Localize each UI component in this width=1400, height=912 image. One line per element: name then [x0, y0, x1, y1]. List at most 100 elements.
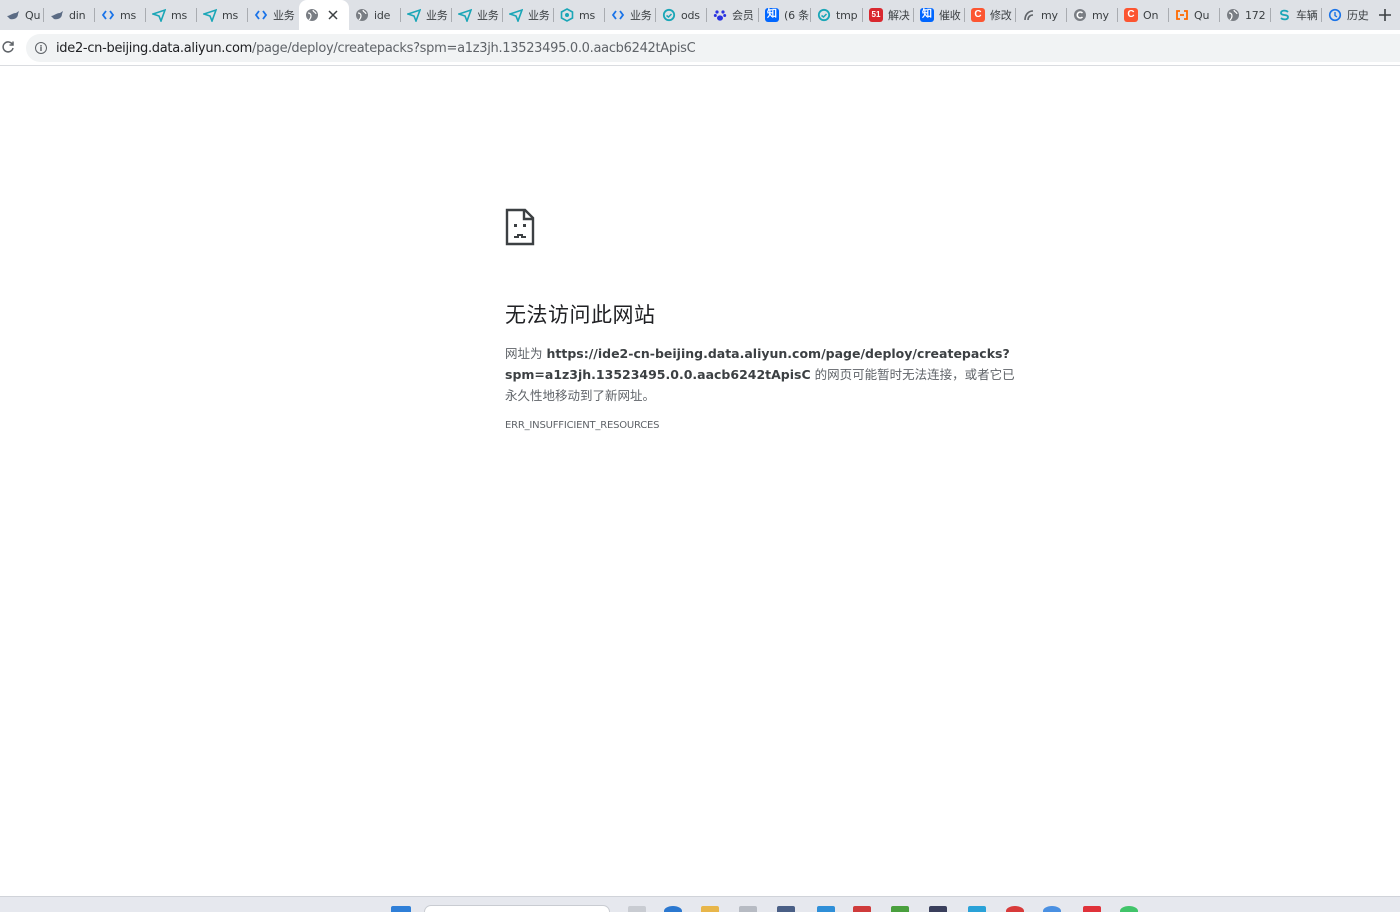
browser-tab[interactable]: 知催收: [914, 0, 965, 30]
tab-title: din: [69, 8, 86, 22]
os-taskbar: [0, 896, 1400, 912]
tab-title: ms: [120, 8, 137, 22]
hexagon-icon: [560, 8, 574, 22]
taskbar-app-icon[interactable]: [891, 906, 909, 912]
browser-tab[interactable]: 业务: [605, 0, 656, 30]
send-icon: [407, 8, 421, 22]
browser-tab[interactable]: Qu: [1169, 0, 1220, 30]
tab-title: my: [1041, 8, 1058, 22]
taskbar-app-icon[interactable]: [1120, 906, 1138, 912]
tab-strip: Qu din ms ms ms 业务 ide 业务 业务 业务 ms 业务 ods 会员知 (6 条 tmp 5…: [0, 0, 1400, 30]
globe-icon: [305, 8, 319, 22]
zhihu-icon: 知: [765, 8, 779, 22]
start-button-icon[interactable]: [391, 906, 411, 912]
taskbar-app-icon[interactable]: [1043, 906, 1061, 912]
browser-tab[interactable]: 会员: [707, 0, 759, 30]
taskbar-app-icon[interactable]: [1006, 906, 1024, 912]
taskbar-app-icon[interactable]: [628, 906, 646, 912]
error-desc-url-2: spm=a1z3jh.13523495.0.0.aacb6242tApisC: [505, 367, 811, 382]
globe-icon: [355, 8, 369, 22]
reload-button[interactable]: [0, 39, 16, 55]
new-tab-button[interactable]: [1370, 0, 1400, 30]
tab-title: Qu: [25, 8, 41, 22]
send-icon: [152, 8, 166, 22]
browser-tab[interactable]: ide: [349, 0, 401, 30]
browser-tab[interactable]: ods: [656, 0, 707, 30]
browser-tab[interactable]: my: [1016, 0, 1067, 30]
taskbar-app-icon[interactable]: [968, 906, 986, 912]
code-bracket-icon: [254, 8, 268, 22]
browser-tab[interactable]: ms: [554, 0, 605, 30]
address-bar[interactable]: i ide2-cn-beijing.data.aliyun.com/page/d…: [26, 34, 1400, 62]
browser-tab[interactable]: 车辆: [1271, 0, 1322, 30]
tab-title: ms: [222, 8, 239, 22]
browser-tab[interactable]: 业务: [452, 0, 503, 30]
c-logo-icon: [1073, 8, 1087, 22]
browser-tab[interactable]: 知 (6 条: [759, 0, 811, 30]
tab-title: 催收: [939, 9, 961, 22]
tab-title: 历史: [1347, 9, 1369, 22]
browser-tab[interactable]: ms: [146, 0, 197, 30]
browser-tab[interactable]: ms: [197, 0, 248, 30]
browser-tab[interactable]: Qu: [0, 0, 44, 30]
history-icon: [1328, 8, 1342, 22]
taskbar-app-icon[interactable]: [853, 906, 871, 912]
taskbar-search-box[interactable]: [424, 905, 610, 912]
taskbar-app-icon[interactable]: [664, 906, 682, 912]
taskbar-app-icon[interactable]: [817, 906, 835, 912]
tab-title: 172: [1245, 8, 1266, 22]
code-bracket-icon: [611, 8, 625, 22]
taskbar-app-icon[interactable]: [777, 906, 795, 912]
site-info-icon[interactable]: i: [35, 42, 47, 54]
tab-title: 业务: [477, 9, 499, 22]
error-heading: 无法访问此网站: [505, 303, 656, 327]
tab-title: 业务: [630, 9, 652, 22]
close-tab-icon[interactable]: [325, 7, 341, 23]
aliyun-icon: [1175, 8, 1189, 22]
error-code: ERR_INSUFFICIENT_RESOURCES: [505, 420, 660, 431]
browser-tab[interactable]: 业务: [401, 0, 452, 30]
tab-title: 业务: [426, 9, 448, 22]
tab-title: tmp: [836, 8, 858, 22]
browser-tab[interactable]: 业务: [503, 0, 554, 30]
tab-title: 业务: [273, 9, 295, 22]
taskbar-app-icon[interactable]: [1083, 906, 1101, 912]
browser-tab[interactable]: 51 解决: [863, 0, 914, 30]
tab-title: ms: [171, 8, 188, 22]
cto51-icon: 51: [869, 8, 883, 22]
browser-tab[interactable]: tmp: [811, 0, 863, 30]
browser-tab[interactable]: C 修改: [965, 0, 1016, 30]
tab-title: On: [1143, 8, 1159, 22]
browser-tab[interactable]: ms: [95, 0, 146, 30]
tab-title: 解决: [888, 9, 910, 22]
tab-title: ods: [681, 8, 700, 22]
send-icon: [203, 8, 217, 22]
url-text[interactable]: ide2-cn-beijing.data.aliyun.com/page/dep…: [56, 40, 696, 56]
tab-title: 修改: [990, 9, 1012, 22]
browser-tab[interactable]: din: [44, 0, 95, 30]
url-host: ide2-cn-beijing.data.aliyun.com: [56, 40, 252, 56]
folder-icon[interactable]: [701, 906, 719, 912]
taskbar-app-icon[interactable]: [739, 906, 757, 912]
browser-tab[interactable]: [299, 0, 349, 30]
bird-icon: [50, 8, 64, 22]
tab-title: Qu: [1194, 8, 1210, 22]
csdn-icon: C: [1124, 8, 1138, 22]
browser-tab[interactable]: my: [1067, 0, 1118, 30]
tab-title: ms: [579, 8, 596, 22]
browser-tab[interactable]: 172: [1220, 0, 1271, 30]
paw-icon: [713, 8, 727, 22]
csdn-icon: C: [971, 8, 985, 22]
s-logo-icon: [1277, 8, 1291, 22]
browser-tab[interactable]: 业务: [248, 0, 299, 30]
send-icon: [458, 8, 472, 22]
tab-title: 车辆: [1296, 9, 1318, 22]
globe-icon: [1226, 8, 1240, 22]
browser-tab[interactable]: C On: [1118, 0, 1169, 30]
tab-title: 会员: [732, 9, 754, 22]
plus-icon: [1379, 9, 1391, 21]
sad-page-icon: [505, 208, 535, 246]
error-desc-prefix: 网址为: [505, 346, 547, 361]
bird-icon: [6, 8, 20, 22]
taskbar-app-icon[interactable]: [929, 906, 947, 912]
